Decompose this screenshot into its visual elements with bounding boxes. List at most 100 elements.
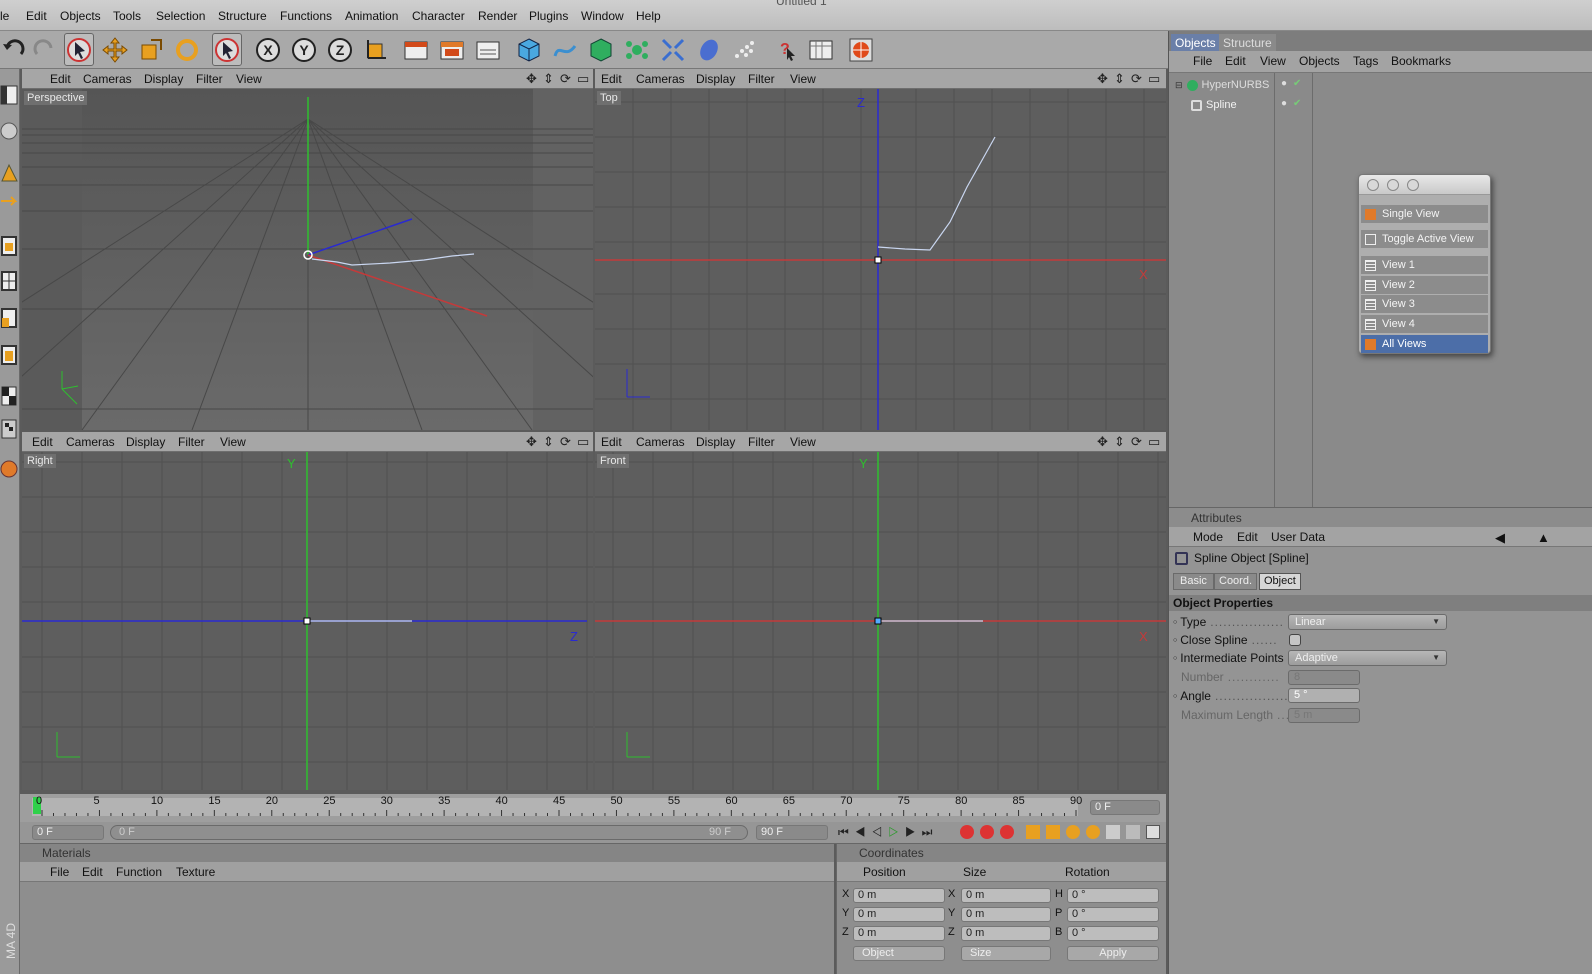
record-icon[interactable] — [960, 825, 974, 839]
vp-rotate-icon[interactable]: ⟳ — [560, 71, 571, 87]
vp-zoom-icon[interactable]: ⇕ — [543, 434, 554, 450]
vp-move-icon[interactable]: ✥ — [526, 434, 537, 450]
menu-objects[interactable]: Objects — [60, 9, 101, 23]
nurbs-icon[interactable] — [586, 33, 616, 66]
size-mode-dropdown[interactable]: Size — [961, 946, 1051, 961]
z-axis-icon[interactable]: Z — [325, 33, 355, 66]
key-scale-icon[interactable] — [1046, 825, 1060, 839]
world-coordinates-icon[interactable] — [361, 33, 391, 66]
particle-icon[interactable] — [730, 33, 760, 66]
vp-menu-display[interactable]: Display — [144, 72, 183, 86]
size-field[interactable]: 0 m — [961, 926, 1051, 941]
apply-button[interactable]: Apply — [1067, 946, 1159, 961]
move-icon[interactable] — [100, 33, 130, 66]
close-spline-checkbox[interactable] — [1289, 634, 1301, 646]
menu-plugins[interactable]: Plugins — [529, 9, 568, 23]
obj-menu-objects[interactable]: Objects — [1299, 54, 1340, 68]
axis-mode-icon[interactable] — [0, 343, 19, 367]
vp-menu-view[interactable]: View — [790, 72, 816, 86]
vp-maximize-icon[interactable]: ▭ — [577, 71, 589, 87]
position-field[interactable]: 0 m — [853, 907, 945, 922]
x-axis-icon[interactable]: X — [253, 33, 283, 66]
vp-menu-cameras[interactable]: Cameras — [636, 72, 685, 86]
mat-menu-texture[interactable]: Texture — [176, 865, 215, 879]
vp-move-icon[interactable]: ✥ — [1097, 434, 1108, 450]
keyframe-selection-icon[interactable] — [1000, 825, 1014, 839]
attr-menu-mode[interactable]: Mode — [1193, 530, 1223, 544]
vp-menu-filter[interactable]: Filter — [748, 435, 775, 449]
vp-menu-cameras[interactable]: Cameras — [83, 72, 132, 86]
use-edges-icon[interactable] — [0, 189, 19, 213]
vp-menu-view[interactable]: View — [790, 435, 816, 449]
render-settings-icon[interactable] — [473, 33, 503, 66]
workplane-icon[interactable] — [0, 306, 19, 330]
object-row-spline[interactable]: Spline — [1191, 96, 1237, 114]
popup-item-view-4[interactable]: View 4 — [1361, 315, 1488, 333]
playback-controls[interactable]: ⏮◀◁▷▶⏭ — [838, 825, 938, 840]
size-field[interactable]: 0 m — [961, 888, 1051, 903]
selection-mode-icon[interactable] — [212, 33, 242, 66]
menu-character[interactable]: Character — [412, 9, 465, 23]
vp-zoom-icon[interactable]: ⇕ — [1114, 434, 1125, 450]
redo-icon[interactable] — [28, 33, 58, 66]
vp-menu-edit[interactable]: Edit — [32, 435, 53, 449]
key-parameter-icon[interactable] — [1086, 825, 1100, 839]
popup-item-view-3[interactable]: View 3 — [1361, 295, 1488, 313]
live-selection-icon[interactable] — [64, 33, 94, 66]
tab-objects[interactable]: Objects — [1171, 34, 1220, 52]
start-frame-field[interactable]: 0 F — [32, 825, 104, 840]
visibility-toggle-icon[interactable]: ● — [1281, 78, 1287, 89]
vp-menu-display[interactable]: Display — [126, 435, 165, 449]
character-icon[interactable] — [0, 457, 19, 481]
vp-menu-edit[interactable]: Edit — [601, 435, 622, 449]
use-points-icon[interactable] — [0, 161, 19, 185]
texture-mode-icon[interactable] — [0, 269, 19, 293]
rotation-field[interactable]: 0 ° — [1067, 888, 1159, 903]
rotation-field[interactable]: 0 ° — [1067, 907, 1159, 922]
viewport-front[interactable]: Front Y X — [595, 452, 1166, 790]
interpolation-icon[interactable] — [1126, 825, 1140, 839]
object-row-hypernurbs[interactable]: ⊟ HyperNURBS — [1175, 76, 1269, 94]
autokey-icon[interactable] — [980, 825, 994, 839]
viewport-perspective[interactable]: Perspective — [22, 89, 593, 430]
end-frame-field[interactable]: 90 F — [756, 825, 828, 840]
checker-icon[interactable] — [0, 384, 19, 408]
render-view-icon[interactable] — [401, 33, 431, 66]
intermediate-points-dropdown[interactable]: Adaptive ▼ — [1288, 650, 1447, 666]
timeline-icon[interactable] — [806, 33, 836, 66]
position-field[interactable]: 0 m — [853, 926, 945, 941]
deformer-icon[interactable] — [658, 33, 688, 66]
menu-selection[interactable]: Selection — [156, 9, 205, 23]
help-pointer-icon[interactable]: ? — [770, 33, 800, 66]
tab-structure[interactable]: Structure — [1219, 34, 1276, 52]
key-position-icon[interactable] — [1026, 825, 1040, 839]
popup-item-all-views[interactable]: All Views — [1361, 335, 1488, 353]
render-picture-viewer-icon[interactable] — [437, 33, 467, 66]
vp-menu-cameras[interactable]: Cameras — [66, 435, 115, 449]
use-model-icon[interactable] — [0, 83, 19, 107]
environment-icon[interactable] — [694, 33, 724, 66]
menu-window[interactable]: Window — [581, 9, 624, 23]
rotation-field[interactable]: 0 ° — [1067, 926, 1159, 941]
obj-menu-view[interactable]: View — [1260, 54, 1286, 68]
vp-menu-filter[interactable]: Filter — [748, 72, 775, 86]
mat-menu-edit[interactable]: Edit — [82, 865, 103, 879]
vp-maximize-icon[interactable]: ▭ — [577, 434, 589, 450]
mat-menu-file[interactable]: File — [50, 865, 69, 879]
obj-menu-file[interactable]: File — [1193, 54, 1212, 68]
popup-item-view-2[interactable]: View 2 — [1361, 276, 1488, 294]
rotate-icon[interactable] — [172, 33, 202, 66]
attr-tab-basic[interactable]: Basic — [1173, 573, 1214, 590]
key-pla-icon[interactable] — [1106, 825, 1120, 839]
current-frame-field[interactable]: 0 F — [1090, 800, 1160, 815]
vp-menu-filter[interactable]: Filter — [178, 435, 205, 449]
scheme-icon[interactable] — [1146, 825, 1160, 839]
up-arrow-icon[interactable]: ▲ — [1537, 530, 1550, 545]
menu-render[interactable]: Render — [478, 9, 517, 23]
attr-menu-user-data[interactable]: User Data — [1271, 530, 1325, 544]
vp-menu-edit[interactable]: Edit — [50, 72, 71, 86]
vp-rotate-icon[interactable]: ⟳ — [560, 434, 571, 450]
vp-menu-view[interactable]: View — [220, 435, 246, 449]
vp-zoom-icon[interactable]: ⇕ — [1114, 71, 1125, 87]
cube-icon[interactable] — [514, 33, 544, 66]
